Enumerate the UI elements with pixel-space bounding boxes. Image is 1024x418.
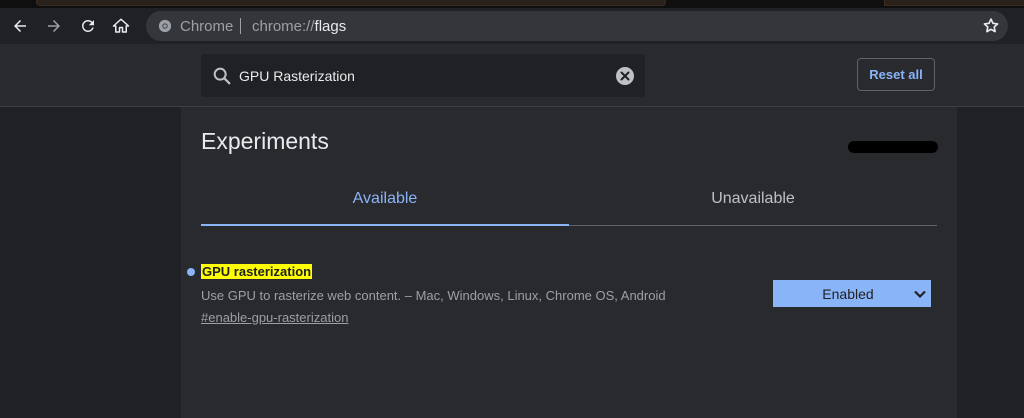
forward-button[interactable] bbox=[40, 12, 68, 40]
page-title: Experiments bbox=[201, 128, 329, 154]
url-host: flags bbox=[314, 18, 347, 35]
browser-tab-right[interactable] bbox=[884, 0, 1024, 6]
omnibox-url[interactable]: chrome://flags bbox=[252, 18, 346, 35]
tab-unavailable[interactable]: Unavailable bbox=[569, 173, 937, 226]
search-input[interactable] bbox=[239, 54, 609, 97]
url-scheme: chrome:// bbox=[252, 18, 315, 35]
flag-description: Use GPU to rasterize web content. – Mac,… bbox=[201, 288, 666, 303]
flag-state-select[interactable]: Enabled bbox=[773, 280, 931, 307]
flag-permalink[interactable]: #enable-gpu-rasterization bbox=[201, 310, 348, 325]
back-arrow-icon bbox=[14, 20, 26, 32]
tab-available[interactable]: Available bbox=[201, 173, 569, 226]
redacted-version-label bbox=[848, 141, 938, 153]
home-icon bbox=[112, 18, 130, 33]
reload-icon bbox=[81, 19, 94, 32]
chrome-logo-icon bbox=[158, 19, 172, 33]
chevron-down-icon bbox=[909, 280, 931, 307]
experiments-panel: Experiments Available Unavailable GPU ra… bbox=[181, 107, 957, 418]
reload-button[interactable] bbox=[74, 12, 102, 40]
flag-modified-dot bbox=[187, 268, 195, 276]
star-icon[interactable] bbox=[980, 15, 1002, 37]
forward-arrow-icon bbox=[48, 20, 60, 32]
clear-icon[interactable] bbox=[615, 66, 635, 86]
reset-all-button[interactable]: Reset all bbox=[857, 58, 935, 91]
flags-header: Reset all bbox=[0, 44, 1024, 107]
omnibox-chrome-label: Chrome bbox=[180, 18, 234, 35]
flag-name: GPU rasterization bbox=[201, 264, 313, 279]
browser-tab[interactable] bbox=[36, 0, 666, 6]
flag-state-value: Enabled bbox=[822, 285, 874, 302]
omnibox-separator bbox=[240, 18, 241, 34]
tab-strip bbox=[0, 0, 1024, 8]
back-button[interactable] bbox=[6, 12, 34, 40]
search-icon bbox=[213, 67, 231, 85]
address-bar[interactable]: Chrome chrome://flags bbox=[146, 11, 1008, 41]
search-box[interactable] bbox=[201, 54, 645, 97]
tab-bar: Available Unavailable bbox=[201, 173, 937, 226]
home-button[interactable] bbox=[107, 12, 135, 40]
browser-toolbar: Chrome chrome://flags bbox=[0, 8, 1024, 44]
